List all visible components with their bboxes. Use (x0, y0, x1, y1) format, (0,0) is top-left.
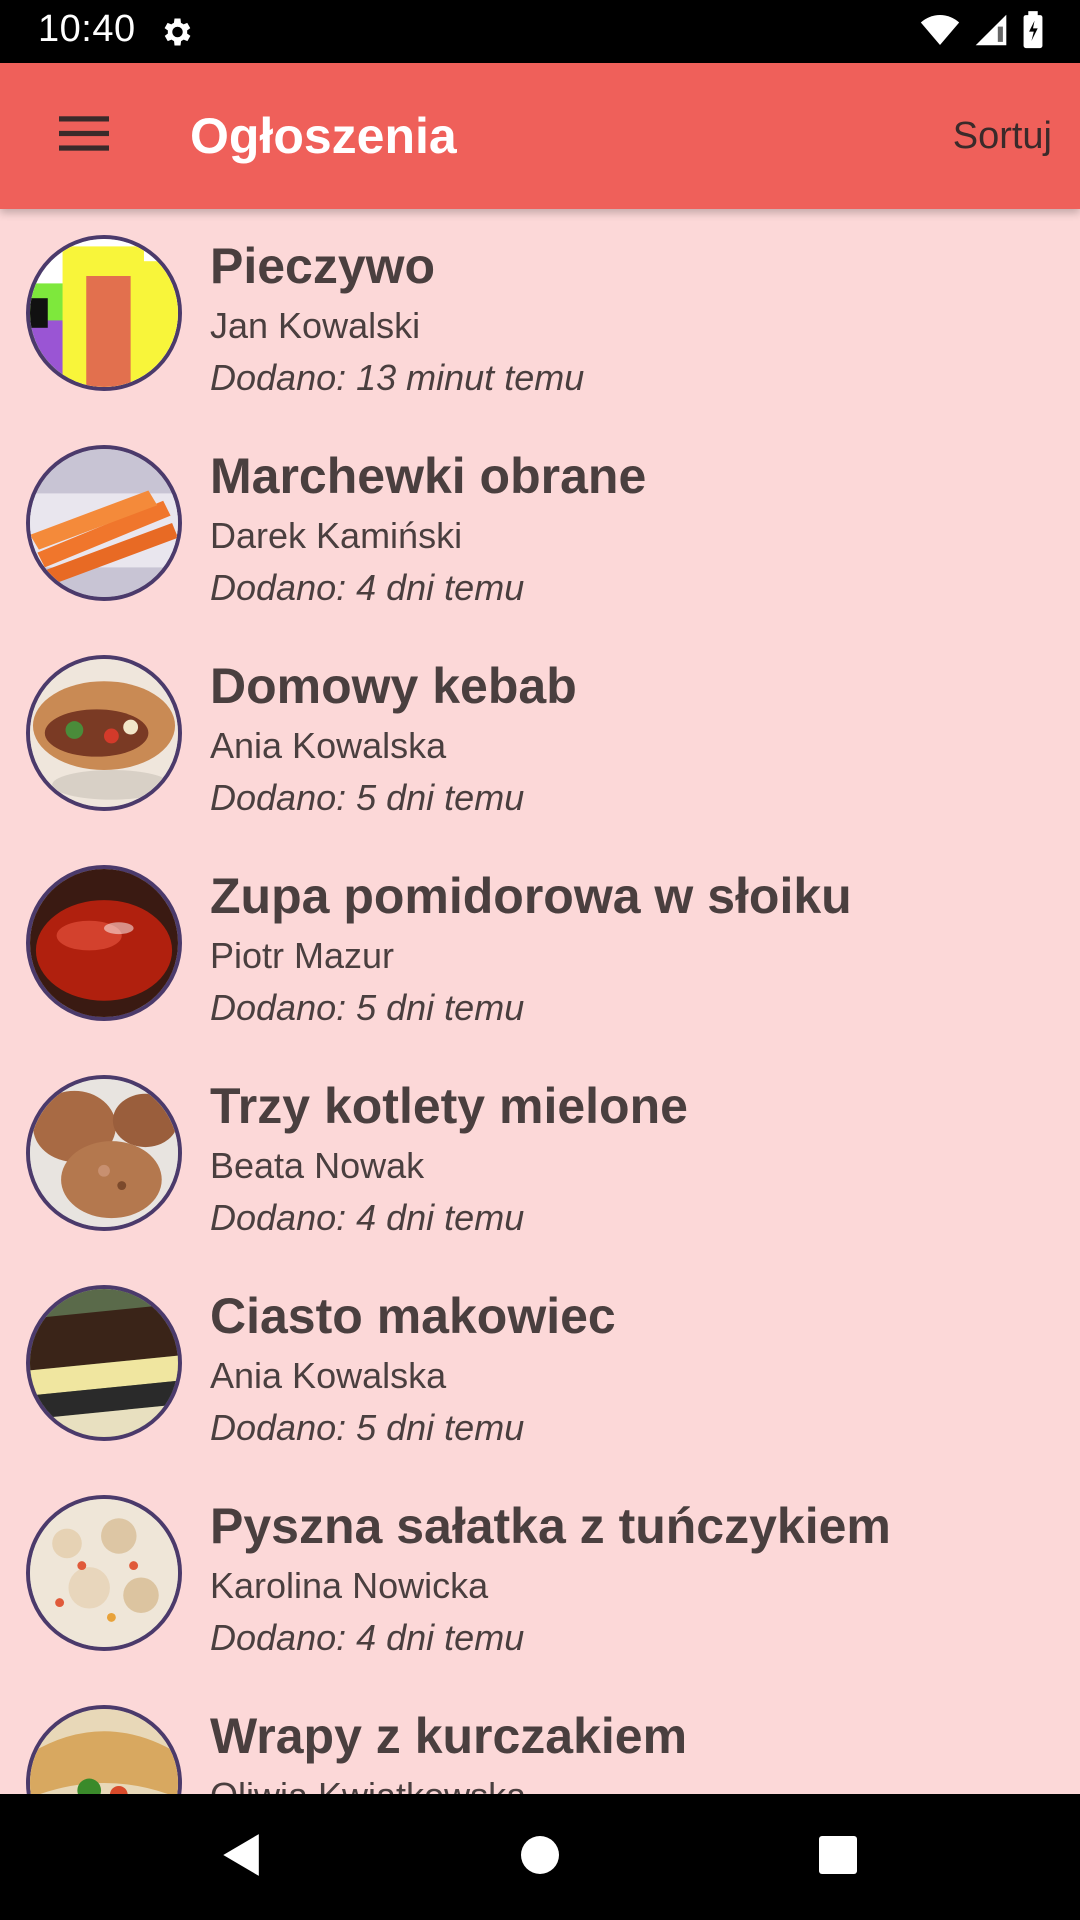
listing-thumbnail (26, 1705, 182, 1794)
listing-author: Oliwia Kwiatkowska (210, 1775, 526, 1794)
listing-title: Pieczywo (210, 238, 436, 294)
listing-thumbnail (26, 445, 182, 601)
list-item[interactable]: Pieczywo Jan Kowalski Dodano: 13 minut t… (0, 209, 1080, 419)
back-icon (219, 1832, 261, 1883)
listing-date: Dodano: 13 minut temu (210, 357, 585, 398)
listing-date: Dodano: 4 dni temu (210, 567, 525, 608)
home-button[interactable] (505, 1822, 575, 1892)
list-item[interactable]: Ciasto makowiec Ania Kowalska Dodano: 5 … (0, 1259, 1080, 1469)
recents-button[interactable] (803, 1822, 873, 1892)
page-title: Ogłoszenia (190, 108, 457, 164)
list-item[interactable]: Marchewki obrane Darek Kamiński Dodano: … (0, 419, 1080, 629)
listing-date: Dodano: 5 dni temu (210, 777, 525, 818)
list-item[interactable]: Wrapy z kurczakiem Oliwia Kwiatkowska (0, 1679, 1080, 1794)
listing-title: Pyszna sałatka z tuńczykiem (210, 1498, 891, 1554)
listing-date: Dodano: 5 dni temu (210, 987, 525, 1028)
app-bar: Ogłoszenia Sortuj (0, 63, 1080, 209)
list-item[interactable]: Trzy kotlety mielone Beata Nowak Dodano:… (0, 1049, 1080, 1259)
listing-author: Jan Kowalski (210, 305, 421, 346)
menu-button[interactable] (44, 103, 124, 169)
list-item[interactable]: Zupa pomidorowa w słoiku Piotr Mazur Dod… (0, 839, 1080, 1049)
listing-author: Piotr Mazur (210, 935, 395, 976)
list-item[interactable]: Pyszna sałatka z tuńczykiem Karolina Now… (0, 1469, 1080, 1679)
status-bar: 10:40 (0, 0, 1080, 63)
listing-date: Dodano: 4 dni temu (210, 1197, 525, 1238)
listing-author: Darek Kamiński (210, 515, 463, 556)
listing-thumbnail (26, 235, 182, 391)
recents-icon (818, 1835, 858, 1880)
listing-author: Ania Kowalska (210, 725, 447, 766)
gear-icon (158, 14, 194, 50)
signal-icon (974, 13, 1008, 52)
status-icons (920, 10, 1044, 52)
listing-thumbnail (26, 1075, 182, 1231)
home-icon (520, 1835, 560, 1880)
listing-title: Wrapy z kurczakiem (210, 1708, 688, 1764)
listing-title: Trzy kotlety mielone (210, 1078, 688, 1134)
listing-thumbnail (26, 865, 182, 1021)
listing-author: Beata Nowak (210, 1145, 425, 1186)
listing-date: Dodano: 5 dni temu (210, 1407, 525, 1448)
listing-title: Ciasto makowiec (210, 1288, 616, 1344)
listing-thumbnail (26, 1495, 182, 1651)
status-time: 10:40 (38, 8, 136, 50)
listing-title: Domowy kebab (210, 658, 577, 714)
listing-author: Ania Kowalska (210, 1355, 447, 1396)
system-nav-bar (0, 1794, 1080, 1920)
listings-list[interactable]: Pieczywo Jan Kowalski Dodano: 13 minut t… (0, 209, 1080, 1794)
back-button[interactable] (205, 1822, 275, 1892)
wifi-icon (920, 13, 960, 52)
listing-thumbnail (26, 1285, 182, 1441)
listing-title: Marchewki obrane (210, 448, 647, 504)
hamburger-menu-icon (59, 115, 109, 157)
listing-date: Dodano: 4 dni temu (210, 1617, 525, 1658)
list-item[interactable]: Domowy kebab Ania Kowalska Dodano: 5 dni… (0, 629, 1080, 839)
listing-title: Zupa pomidorowa w słoiku (210, 868, 852, 924)
battery-icon (1022, 10, 1044, 54)
listing-author: Karolina Nowicka (210, 1565, 489, 1606)
sort-button[interactable]: Sortuj (953, 115, 1052, 158)
listing-thumbnail (26, 655, 182, 811)
